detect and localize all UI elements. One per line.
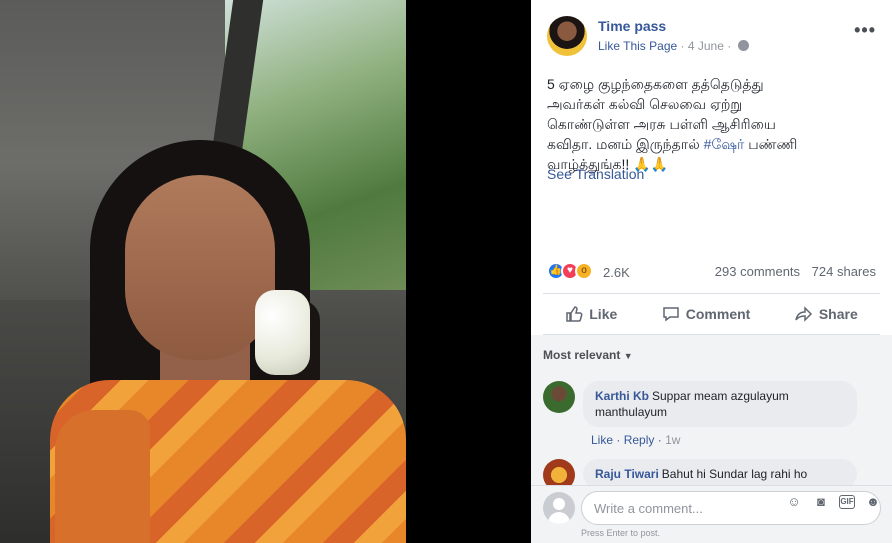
meta-separator: · [727, 39, 735, 53]
post-meta: Like This Page · 4 June · [598, 39, 749, 53]
post-photo[interactable] [0, 0, 406, 543]
post-header: Time pass Like This Page · 4 June · ••• [547, 16, 882, 56]
comment-reply-link[interactable]: Reply [624, 433, 655, 447]
post-text-line: அவர்கள் கல்வி செலவை ஏற்று [547, 96, 743, 112]
blouse [55, 410, 150, 543]
write-comment-bar: Write a comment... ☺ ◙ GIF ☻ Press Enter… [531, 485, 892, 543]
gif-icon[interactable]: GIF [839, 495, 855, 509]
post-text-line: கவிதா. மனம் இருந்தால் #ஷேர் பண்ணி [547, 134, 867, 154]
page-avatar[interactable] [547, 16, 587, 56]
share-button[interactable]: Share [785, 305, 868, 323]
comments-count[interactable]: 293 comments [715, 264, 800, 279]
comment-sort-dropdown[interactable]: Most relevant ▼ [543, 348, 633, 362]
comment-button[interactable]: Comment [652, 305, 761, 323]
thumbs-up-icon [566, 306, 583, 322]
photo-area [0, 0, 531, 543]
comment-text: Bahut hi Sundar lag rahi ho [661, 467, 808, 481]
post-stats: 👍 ♥ o 2.6K 293 comments 724 shares [547, 260, 876, 284]
engagement-counts: 293 comments 724 shares [715, 264, 876, 279]
meta-separator: · [680, 39, 688, 53]
camera-icon[interactable]: ◙ [812, 493, 830, 511]
caret-down-icon: ▼ [623, 351, 633, 361]
shares-count[interactable]: 724 shares [812, 264, 876, 279]
like-label: Like [589, 306, 618, 322]
photo-viewer: Time pass Like This Page · 4 June · ••• … [0, 0, 892, 543]
press-enter-hint: Press Enter to post. [581, 528, 661, 538]
like-button[interactable]: Like [555, 305, 627, 323]
post-text-fragment: பண்ணி [744, 136, 798, 152]
comments-section: Most relevant ▼ Karthi Kb Suppar meam azg… [531, 335, 892, 543]
separator: · [616, 433, 624, 447]
comment-actions: Like · Reply · 1w [591, 433, 680, 447]
post-text-fragment: கவிதா. மனம் இருந்தால் [547, 136, 704, 152]
separator: · [657, 433, 666, 447]
comment-like-link[interactable]: Like [591, 433, 613, 447]
post-side-panel: Time pass Like This Page · 4 June · ••• … [531, 0, 892, 543]
commenter-avatar[interactable] [543, 381, 575, 413]
comment-author[interactable]: Raju Tiwari [595, 467, 659, 481]
jasmine-flowers [255, 290, 310, 375]
post-text: 5 ஏழை குழந்தைகளை தத்தெடுத்து அவர்கள் கல்… [547, 74, 867, 174]
globe-icon [737, 40, 749, 51]
divider [543, 293, 880, 294]
post-text-line: கொண்டுள்ள அரசு பள்ளி ஆசிரியை [547, 116, 776, 132]
page-name[interactable]: Time pass [598, 18, 666, 34]
comment-time[interactable]: 1w [665, 433, 680, 447]
comment-input-icons: ☺ ◙ GIF ☻ [785, 493, 882, 511]
comment-bubble-icon [663, 307, 679, 322]
more-options-icon[interactable]: ••• [854, 20, 876, 41]
share-arrow-icon [795, 306, 812, 322]
share-label: Share [818, 306, 858, 322]
see-translation-link[interactable]: See Translation [547, 166, 644, 182]
comment-label: Comment [685, 306, 751, 322]
post-text-line: 5 ஏழை குழந்தைகளை தத்தெடுத்து [547, 76, 764, 92]
current-user-avatar [543, 492, 575, 524]
comment-author[interactable]: Karthi Kb [595, 389, 649, 403]
wow-reaction-icon: o [575, 262, 593, 280]
sort-label: Most relevant [543, 348, 621, 362]
sticker-icon[interactable]: ☻ [864, 493, 882, 511]
post-date[interactable]: 4 June [688, 39, 724, 53]
reactions-count[interactable]: 2.6K [603, 265, 630, 280]
emoji-icon[interactable]: ☺ [785, 493, 803, 511]
post-actions: Like Comment Share [543, 296, 880, 332]
like-page-link[interactable]: Like This Page [598, 39, 677, 53]
face [125, 175, 275, 360]
comment-bubble: Karthi Kb Suppar meam azgulayum manthulay… [583, 381, 857, 427]
hashtag-link[interactable]: #ஷேர் [704, 136, 745, 152]
